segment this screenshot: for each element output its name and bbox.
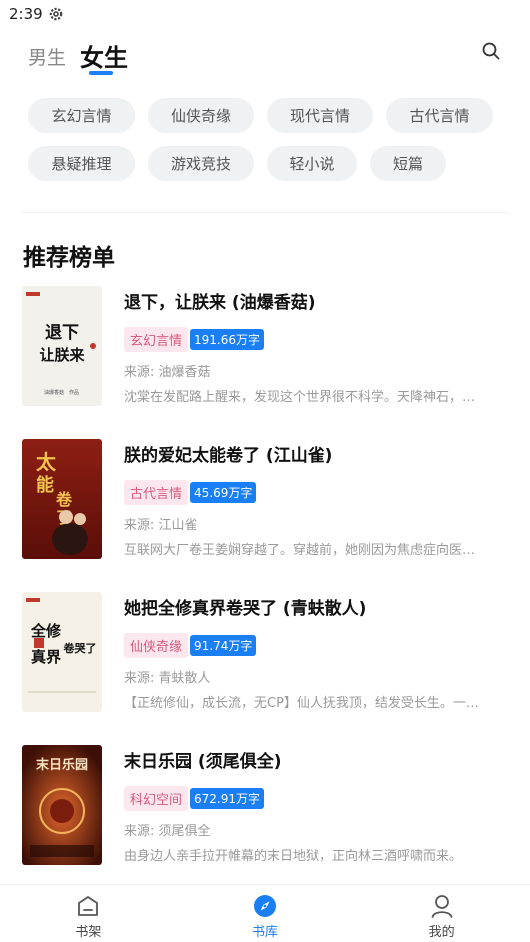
- category-chip-xuanhuan[interactable]: 玄幻言情: [28, 98, 135, 133]
- category-chip-short[interactable]: 短篇: [370, 146, 446, 181]
- tab-female[interactable]: 女生: [80, 42, 128, 74]
- book-title[interactable]: 她把全修真界卷哭了 (青蚨散人): [124, 594, 366, 619]
- genre-tag: 仙侠奇缘: [124, 633, 189, 658]
- nav-profile[interactable]: 我的: [353, 885, 530, 942]
- tab-male[interactable]: 男生: [28, 42, 66, 74]
- bookshelf-icon: [78, 896, 99, 916]
- nav-label: 我的: [428, 925, 455, 940]
- status-bar: 2:39: [0, 0, 530, 28]
- compass-icon: [254, 895, 276, 917]
- cover-title: 末日乐园: [35, 757, 88, 773]
- genre-tag: 古代言情: [124, 480, 189, 505]
- book-intro: 【正统修仙，成长流，无CP】仙人抚我顶，结发受长生。一…: [124, 696, 479, 711]
- book-cover-image: 退下 让朕来 油爆香菇 作品: [22, 286, 102, 406]
- gear-icon: [49, 7, 62, 21]
- cover-title-3: 卷: [55, 490, 73, 509]
- book-title[interactable]: 末日乐园 (须尾俱全): [124, 747, 281, 772]
- status-time: 2:39: [9, 5, 43, 23]
- cover-author: 油爆香菇: [44, 389, 64, 396]
- category-chip-modern[interactable]: 现代言情: [267, 98, 373, 133]
- cover-title-1: 太: [36, 450, 57, 474]
- category-chip-ancient[interactable]: 古代言情: [386, 98, 493, 133]
- book-title[interactable]: 朕的爱妃太能卷了 (江山雀): [124, 441, 332, 466]
- book-source: 来源: 须尾俱全: [124, 824, 211, 839]
- category-chip-mystery[interactable]: 悬疑推理: [28, 146, 135, 181]
- book-title[interactable]: 退下，让朕来 (油爆香菇): [124, 288, 315, 313]
- gender-tabs: 男生 女生: [28, 34, 142, 74]
- book-item[interactable]: 末日乐园 末日乐园 (须尾俱全) 科幻空间 672.91万字 来源: 须尾俱全 …: [22, 745, 508, 865]
- book-intro: 沈棠在发配路上醒来，发现这个世界很不科学。天降神石，…: [124, 390, 476, 405]
- category-chip-xianxia[interactable]: 仙侠奇缘: [148, 98, 254, 133]
- book-tags: 玄幻言情 191.66万字: [124, 327, 265, 352]
- category-chip-game[interactable]: 游戏竞技: [148, 146, 254, 181]
- book-tags: 科幻空间 672.91万字: [124, 786, 265, 811]
- category-row: 玄幻言情 仙侠奇缘 现代言情 古代言情: [28, 98, 508, 133]
- book-source: 来源: 青蚨散人: [124, 671, 211, 686]
- cover-author-suffix: 作品: [69, 389, 79, 396]
- book-tags: 仙侠奇缘 91.74万字: [124, 633, 257, 658]
- word-count-badge: 191.66万字: [190, 329, 265, 350]
- section-title: 推荐榜单: [23, 245, 115, 271]
- cover-title-3: 卷哭了: [63, 641, 97, 655]
- book-intro: 由身边人亲手拉开帷幕的末日地狱，正向林三酒呼啸而来。: [124, 849, 463, 864]
- book-cover[interactable]: 末日乐园: [22, 745, 102, 865]
- category-chips: 玄幻言情 仙侠奇缘 现代言情 古代言情 悬疑推理 游戏竞技 轻小说 短篇: [28, 98, 508, 194]
- book-tags: 古代言情 45.69万字: [124, 480, 257, 505]
- word-count-badge: 91.74万字: [190, 635, 257, 656]
- tab-indicator: [89, 71, 113, 75]
- category-row: 悬疑推理 游戏竞技 轻小说 短篇: [28, 146, 508, 181]
- book-cover-image: 末日乐园: [22, 745, 102, 865]
- book-cover[interactable]: 太 能 卷 了: [22, 439, 102, 559]
- book-item[interactable]: 退下 让朕来 油爆香菇 作品 退下，让朕来 (油爆香菇) 玄幻言情 191.66…: [22, 286, 508, 406]
- book-cover[interactable]: 全修 真界 卷哭了: [22, 592, 102, 712]
- book-item[interactable]: 太 能 卷 了 朕的爱妃太能卷了 (江山雀) 古代言情 45.69万字 来源: …: [22, 439, 508, 559]
- divider: [22, 212, 508, 213]
- cover-title-1: 退下: [45, 323, 79, 343]
- search-icon[interactable]: [480, 40, 502, 62]
- cover-title-1: 全修: [30, 622, 62, 640]
- genre-tag: 科幻空间: [124, 786, 189, 811]
- profile-icon: [431, 895, 453, 918]
- book-intro: 互联网大厂卷王姜娴穿越了。穿越前，她刚因为焦虑症向医…: [124, 543, 476, 558]
- cover-title-2: 能: [36, 474, 54, 496]
- book-item[interactable]: 全修 真界 卷哭了 她把全修真界卷哭了 (青蚨散人) 仙侠奇缘 91.74万字 …: [22, 592, 508, 712]
- nav-library[interactable]: 书库: [177, 885, 354, 942]
- category-chip-light-novel[interactable]: 轻小说: [267, 146, 357, 181]
- nav-label: 书架: [75, 925, 102, 940]
- word-count-badge: 672.91万字: [190, 788, 265, 809]
- nav-label: 书库: [252, 925, 279, 940]
- bottom-nav: 书架 书库 我的: [0, 884, 530, 942]
- word-count-badge: 45.69万字: [190, 482, 257, 503]
- nav-bookshelf[interactable]: 书架: [0, 885, 177, 942]
- cover-title-2: 真界: [31, 648, 61, 666]
- book-cover[interactable]: 退下 让朕来 油爆香菇 作品: [22, 286, 102, 406]
- book-source: 来源: 油爆香菇: [124, 365, 211, 380]
- book-cover-image: 太 能 卷 了: [22, 439, 102, 559]
- book-source: 来源: 江山雀: [124, 518, 198, 533]
- cover-title-2: 让朕来: [39, 346, 85, 364]
- book-cover-image: 全修 真界 卷哭了: [22, 592, 102, 712]
- genre-tag: 玄幻言情: [124, 327, 189, 352]
